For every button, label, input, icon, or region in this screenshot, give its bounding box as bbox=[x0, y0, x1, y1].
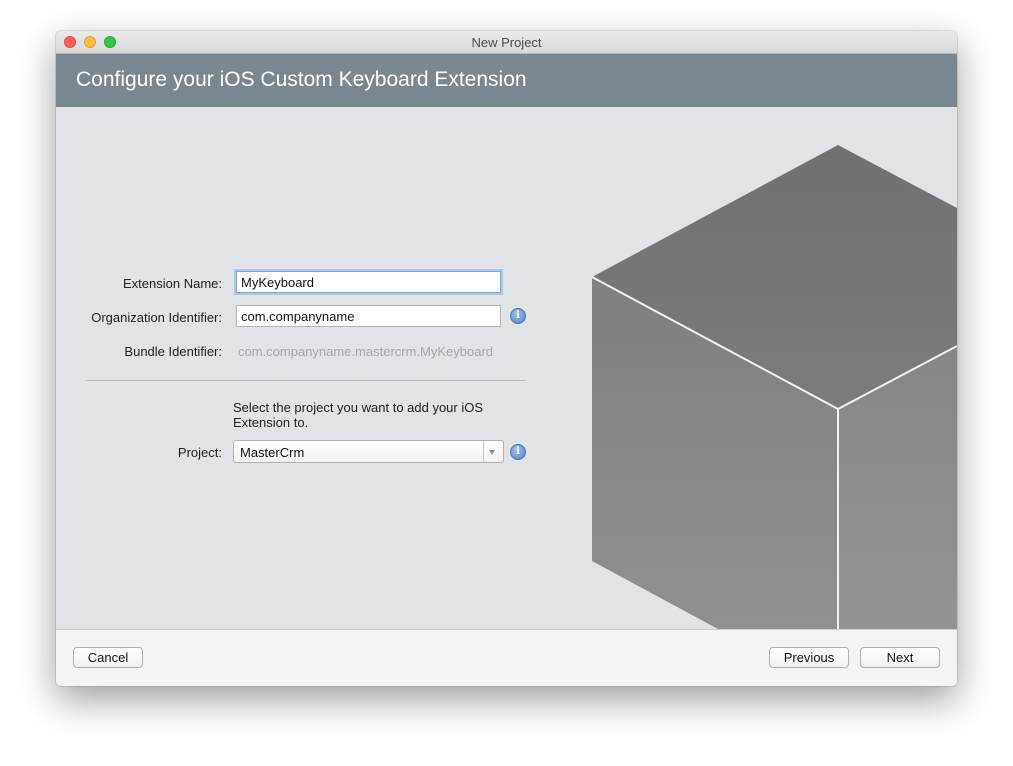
bundle-identifier-label: Bundle Identifier: bbox=[124, 344, 222, 359]
organization-identifier-label: Organization Identifier: bbox=[91, 310, 222, 325]
wizard-footer: Cancel Previous Next bbox=[56, 629, 957, 686]
section-divider bbox=[86, 380, 526, 381]
page-title: Configure your iOS Custom Keyboard Exten… bbox=[76, 68, 527, 91]
previous-button[interactable]: Previous bbox=[769, 647, 849, 668]
chevron-down-icon bbox=[489, 450, 495, 455]
title-bar[interactable]: New Project bbox=[56, 31, 957, 54]
info-icon[interactable]: i bbox=[510, 308, 526, 324]
project-label: Project: bbox=[177, 445, 222, 460]
info-icon[interactable]: i bbox=[510, 444, 526, 460]
project-select[interactable]: MasterCrm bbox=[233, 440, 504, 463]
organization-identifier-input[interactable] bbox=[236, 305, 501, 327]
extension-name-label: Extension Name: bbox=[123, 276, 222, 291]
project-select-arrow[interactable] bbox=[483, 441, 503, 462]
project-select-value: MasterCrm bbox=[240, 445, 305, 460]
cancel-button[interactable]: Cancel bbox=[73, 647, 143, 668]
new-project-window: New Project Configure your iOS Custom Ke… bbox=[56, 31, 957, 686]
bundle-identifier-value: com.companyname.mastercrm.MyKeyboard bbox=[238, 344, 494, 359]
cube-illustration bbox=[591, 145, 957, 629]
wizard-header: Configure your iOS Custom Keyboard Exten… bbox=[56, 54, 957, 107]
next-button[interactable]: Next bbox=[860, 647, 940, 668]
project-hint-text: Select the project you want to add your … bbox=[233, 400, 484, 430]
extension-name-input[interactable] bbox=[236, 271, 501, 293]
window-title: New Project bbox=[471, 35, 542, 50]
wizard-content: Extension Name: Organization Identifier:… bbox=[56, 107, 957, 629]
